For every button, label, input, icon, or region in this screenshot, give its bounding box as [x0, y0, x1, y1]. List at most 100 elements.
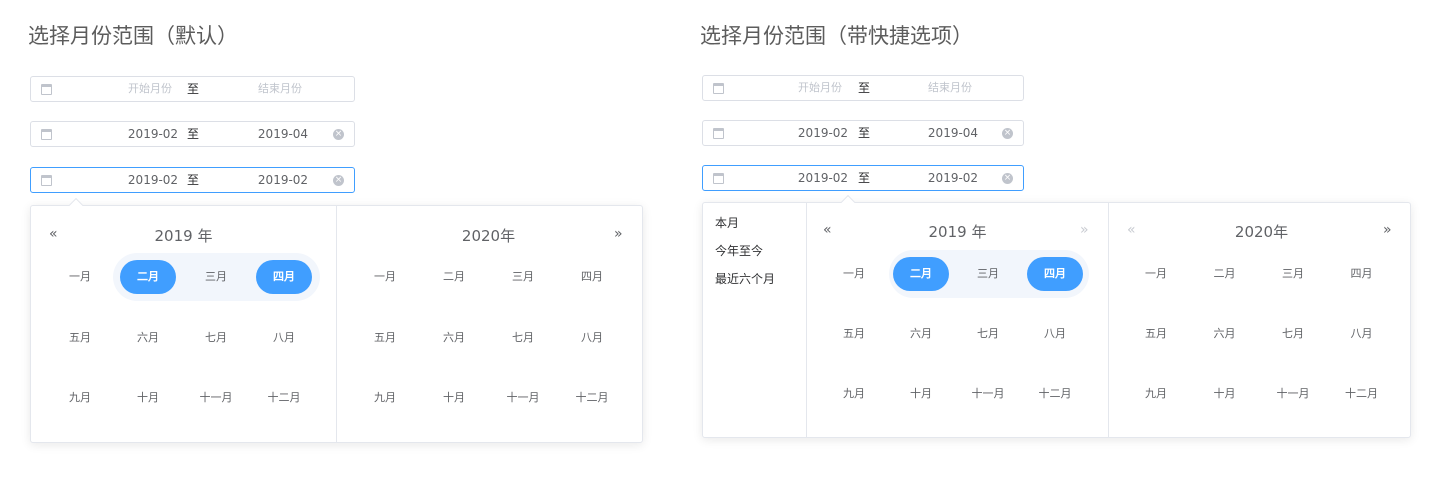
month-range-input-active[interactable]: 2019-02 至 2019-02 ×	[30, 167, 355, 193]
month-cell[interactable]: 十一月	[958, 376, 1018, 412]
month-cell-selected[interactable]: 四月	[254, 259, 314, 295]
circle-close-icon[interactable]: ×	[1002, 173, 1013, 184]
month-cell[interactable]: 五月	[824, 316, 884, 352]
month-label: 十月	[137, 391, 159, 404]
calendar-icon	[41, 175, 52, 186]
month-cell[interactable]: 十月	[891, 376, 951, 412]
end-month-input[interactable]: 2019-04	[891, 121, 1015, 145]
next-year-icon[interactable]: »	[1383, 222, 1392, 238]
prev-year-icon[interactable]: «	[49, 226, 58, 242]
month-cell[interactable]: 一月	[50, 259, 110, 295]
month-cell[interactable]: 十一月	[1263, 376, 1323, 412]
right-panel-year: 2020年	[461, 227, 516, 245]
end-month-input[interactable]: 2019-02	[221, 168, 345, 192]
month-cell-selected[interactable]: 二月	[891, 256, 951, 292]
month-label: 十一月	[971, 387, 1005, 400]
month-cell[interactable]: 四月	[562, 259, 622, 295]
month-label: 九月	[374, 391, 396, 404]
month-cell[interactable]: 八月	[1025, 316, 1085, 352]
month-cell[interactable]: 三月	[958, 256, 1018, 292]
month-cell[interactable]: 八月	[562, 320, 622, 356]
month-cell[interactable]: 七月	[493, 320, 553, 356]
circle-close-icon[interactable]: ×	[333, 129, 344, 140]
shortcut-list: 本月 今年至今 最近六个月	[715, 209, 775, 293]
range-separator: 至	[857, 126, 870, 140]
month-cell[interactable]: 二月	[424, 259, 484, 295]
end-month-input[interactable]: 结束月份	[891, 76, 1009, 100]
end-month-input[interactable]: 2019-02	[891, 166, 1015, 190]
month-cell[interactable]: 八月	[254, 320, 314, 356]
range-separator: 至	[857, 81, 870, 95]
month-label: 四月	[273, 270, 295, 283]
month-range-input-filled[interactable]: 2019-02 至 2019-04 ×	[30, 121, 355, 147]
month-cell[interactable]: 五月	[50, 320, 110, 356]
month-cell[interactable]: 二月	[1195, 256, 1255, 292]
range-separator: 至	[186, 82, 199, 96]
prev-year-icon[interactable]: «	[823, 222, 832, 238]
month-range-input-filled[interactable]: 2019-02 至 2019-04 ×	[702, 120, 1024, 146]
shortcut-last-six-months[interactable]: 最近六个月	[715, 265, 775, 293]
next-year-icon[interactable]: »	[614, 226, 623, 242]
month-cell[interactable]: 九月	[50, 380, 110, 416]
month-cell[interactable]: 七月	[958, 316, 1018, 352]
end-month-input[interactable]: 2019-04	[221, 122, 345, 146]
month-cell[interactable]: 十月	[424, 380, 484, 416]
month-label: 十二月	[1345, 387, 1378, 400]
month-label: 六月	[910, 327, 932, 340]
month-cell[interactable]: 十一月	[493, 380, 553, 416]
month-cell[interactable]: 三月	[1263, 256, 1323, 292]
end-month-input[interactable]: 结束月份	[221, 77, 339, 101]
section-title-shortcuts: 选择月份范围（带快捷选项）	[700, 24, 973, 48]
range-separator: 至	[186, 127, 199, 141]
month-label: 三月	[512, 270, 534, 283]
month-cell[interactable]: 十一月	[186, 380, 246, 416]
month-cell[interactable]: 六月	[424, 320, 484, 356]
month-cell[interactable]: 七月	[186, 320, 246, 356]
month-cell-selected[interactable]: 二月	[118, 259, 178, 295]
prev-year-icon[interactable]: «	[1127, 222, 1136, 238]
month-label: 二月	[1213, 267, 1236, 280]
month-cell[interactable]: 六月	[891, 316, 951, 352]
month-cell[interactable]: 十月	[118, 380, 178, 416]
panel-divider	[336, 206, 337, 442]
month-label: 八月	[273, 330, 295, 344]
month-cell[interactable]: 三月	[186, 259, 246, 295]
month-cell[interactable]: 五月	[1126, 316, 1186, 352]
month-cell[interactable]: 六月	[1195, 316, 1255, 352]
month-cell[interactable]: 七月	[1263, 316, 1323, 352]
month-range-input-empty[interactable]: 开始月份 至 结束月份	[30, 76, 355, 102]
month-cell[interactable]: 十月	[1195, 376, 1255, 412]
panel-divider	[1108, 203, 1109, 437]
next-year-icon[interactable]: »	[1080, 222, 1089, 238]
month-range-input-active[interactable]: 2019-02 至 2019-02 ×	[702, 165, 1024, 191]
shortcut-this-month[interactable]: 本月	[715, 209, 775, 237]
month-label: 九月	[69, 391, 91, 404]
month-cell[interactable]: 四月	[1332, 256, 1392, 292]
month-label: 十月	[443, 391, 465, 404]
month-cell[interactable]: 一月	[824, 256, 884, 292]
month-cell-selected[interactable]: 四月	[1025, 256, 1085, 292]
calendar-icon	[713, 173, 724, 184]
shortcut-year-to-date[interactable]: 今年至今	[715, 237, 775, 265]
month-label: 二月	[910, 267, 932, 280]
month-cell[interactable]: 九月	[1126, 376, 1186, 412]
month-cell[interactable]: 十二月	[1332, 376, 1392, 412]
month-label: 二月	[137, 270, 159, 283]
month-cell[interactable]: 八月	[1332, 316, 1392, 352]
month-cell[interactable]: 一月	[1126, 256, 1186, 292]
month-cell[interactable]: 一月	[355, 259, 415, 295]
month-cell[interactable]: 六月	[118, 320, 178, 356]
month-cell[interactable]: 十二月	[562, 380, 622, 416]
month-cell[interactable]: 三月	[493, 259, 553, 295]
calendar-icon	[41, 84, 52, 95]
circle-close-icon[interactable]: ×	[1002, 128, 1013, 139]
month-range-input-empty[interactable]: 开始月份 至 结束月份	[702, 75, 1024, 101]
month-cell[interactable]: 九月	[824, 376, 884, 412]
month-label: 十二月	[1038, 387, 1072, 400]
month-label: 一月	[1145, 267, 1167, 280]
month-cell[interactable]: 十二月	[254, 380, 314, 416]
month-cell[interactable]: 十二月	[1025, 376, 1085, 412]
circle-close-icon[interactable]: ×	[333, 175, 344, 186]
month-cell[interactable]: 五月	[355, 320, 415, 356]
month-cell[interactable]: 九月	[355, 380, 415, 416]
